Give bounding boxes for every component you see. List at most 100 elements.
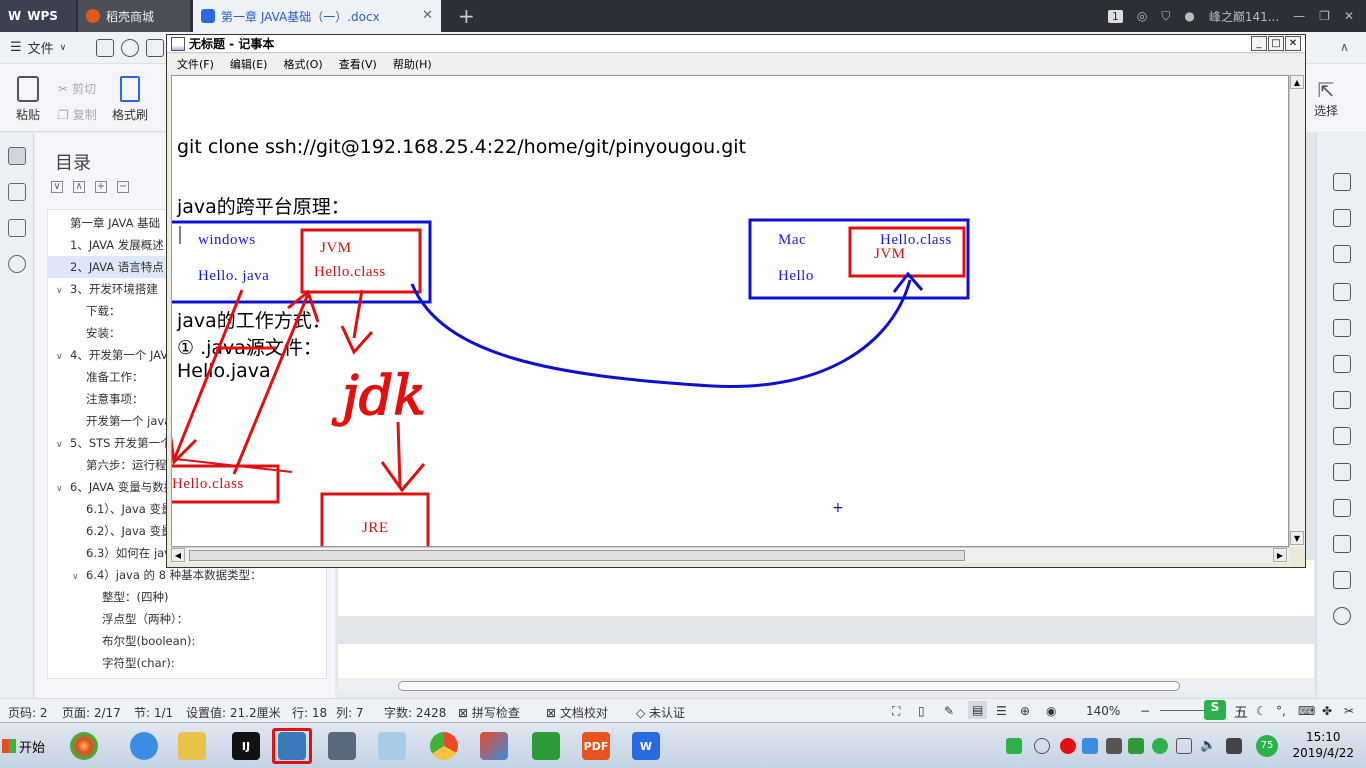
chevron-down-icon[interactable]: ∨ — [56, 280, 70, 300]
chevron-down-icon[interactable]: ∨ — [56, 346, 70, 366]
record-tray-icon[interactable] — [1060, 738, 1076, 754]
zoom-level[interactable]: 140% — [1086, 704, 1120, 718]
toc-item[interactable]: 字符型(char): — [48, 652, 326, 674]
vc-tray-icon[interactable] — [1128, 738, 1144, 754]
cloud-icon[interactable] — [1333, 499, 1351, 517]
avatar-icon[interactable]: ● — [1184, 9, 1194, 23]
usb-tray-icon[interactable] — [1176, 738, 1192, 754]
image-icon[interactable] — [1333, 319, 1351, 337]
skin-icon[interactable]: ◎ — [1137, 9, 1147, 23]
page-number[interactable]: 页码: 2 — [8, 704, 48, 721]
notepad-vertical-scrollbar[interactable]: ▲ ▼ — [1289, 75, 1305, 547]
taskbar-app-notepad[interactable] — [372, 728, 412, 764]
zoom-out-icon[interactable]: − — [1140, 704, 1150, 718]
setting-value[interactable]: 设置值: 21.2厘米 — [186, 704, 281, 721]
shirt-icon[interactable]: ⛉ — [1161, 9, 1170, 24]
taskbar-app-vm[interactable] — [272, 728, 312, 764]
taskbar-app-xmind[interactable] — [474, 728, 514, 764]
close-tab-icon[interactable]: ✕ — [422, 8, 433, 23]
taskbar-app-chrome[interactable] — [424, 728, 464, 764]
security-tray-icon[interactable] — [1152, 738, 1168, 754]
undo-icon[interactable] — [121, 39, 139, 57]
scroll-right-icon[interactable]: ▶ — [1273, 548, 1287, 562]
eye-protect-icon[interactable]: ◉ — [1046, 704, 1056, 718]
start-button[interactable]: 开始 — [2, 732, 52, 760]
scroll-left-icon[interactable]: ◀ — [171, 548, 185, 562]
translate-icon[interactable] — [1333, 427, 1351, 445]
menu-format[interactable]: 格式(O) — [283, 56, 322, 72]
tools-icon[interactable] — [1333, 571, 1351, 589]
web-view-icon[interactable]: ⊕ — [1020, 704, 1030, 718]
cut-button[interactable]: ✂ 剪切 — [58, 80, 96, 97]
share-icon[interactable] — [1333, 391, 1351, 409]
speed-ball-icon[interactable]: 75 — [1256, 735, 1278, 757]
volume-tray-icon[interactable]: 🔈 — [1200, 738, 1216, 754]
spell-check-button[interactable]: ⊠ 拼写检查 — [458, 704, 520, 721]
format-painter-button[interactable]: 格式刷 — [108, 76, 152, 123]
sogou-ime-icon[interactable]: S — [1204, 700, 1226, 720]
taskbar-app-colorful[interactable] — [64, 728, 104, 764]
print-icon[interactable] — [146, 39, 164, 57]
menu-view[interactable]: 查看(V) — [339, 56, 377, 72]
archive-icon[interactable] — [1333, 463, 1351, 481]
pen-icon[interactable]: ✎ — [944, 704, 954, 718]
file-menu-button[interactable]: ☰ 文件 ∨ — [10, 38, 66, 57]
notepad-title-bar[interactable]: 无标题 - 记事本 — [167, 35, 1305, 53]
book-view-icon[interactable]: ▯ — [918, 704, 925, 718]
notepad-maximize-button[interactable]: □ — [1268, 36, 1284, 51]
sogou-tray-icon[interactable] — [1006, 738, 1022, 754]
star-icon[interactable] — [1333, 355, 1351, 373]
daoke-mall-tab[interactable]: 稻壳商城 — [78, 0, 190, 32]
chevron-down-icon[interactable]: ∨ — [56, 478, 70, 498]
expand-up-icon[interactable]: ∧ — [73, 181, 85, 193]
notepad-scroll-thumb[interactable] — [189, 550, 965, 561]
ime-mode[interactable]: 五 — [1234, 702, 1248, 722]
taskbar-app-monitor[interactable] — [526, 728, 566, 764]
notepad-horizontal-scrollbar[interactable]: ◀ ▶ — [171, 547, 1289, 563]
taskbar-app-intellij[interactable]: IJ — [226, 728, 266, 764]
taskbar-app-explorer[interactable] — [172, 728, 212, 764]
cloud-tray-icon[interactable] — [1034, 738, 1050, 754]
notepad-text-area[interactable]: git clone ssh://git@192.168.25.4:22/home… — [171, 75, 1289, 547]
toc-panel-icon[interactable] — [8, 147, 26, 165]
document-scroll-thumb[interactable] — [398, 681, 1180, 691]
save-icon[interactable] — [96, 39, 114, 57]
moon-icon[interactable]: ☾ — [1256, 704, 1267, 718]
chevron-down-icon[interactable]: ∨ — [72, 566, 86, 586]
scroll-down-icon[interactable]: ▼ — [1290, 531, 1304, 545]
section-info[interactable]: 节: 1/1 — [134, 704, 173, 721]
tool-icon[interactable]: ✂ — [1344, 704, 1354, 718]
new-tab-button[interactable]: + — [452, 0, 480, 32]
wps-home-tab[interactable]: W WPS — [0, 0, 76, 32]
skin-tool-icon[interactable]: ✤ — [1322, 704, 1332, 718]
taskbar-app-wps[interactable]: W — [626, 728, 666, 764]
notepad-close-button[interactable]: ✕ — [1285, 36, 1301, 51]
page-view-icon[interactable]: ▤ — [968, 701, 988, 719]
document-tab[interactable]: 第一章 JAVA基础（一）.docx ✕ — [193, 0, 441, 32]
copy-button[interactable]: ❐ 复制 — [58, 106, 97, 123]
menu-file[interactable]: 文件(F) — [177, 56, 214, 72]
shape-icon[interactable] — [1333, 245, 1351, 263]
zoom-slider[interactable] — [1160, 710, 1206, 711]
select-button[interactable]: ⇱ 选择 — [1306, 78, 1346, 119]
toc-item[interactable]: 布尔型(boolean): — [48, 630, 326, 652]
paste-button[interactable]: 粘贴 — [10, 76, 46, 123]
toc-item[interactable]: 整型：(四种) — [48, 586, 326, 608]
teamviewer-tray-icon[interactable] — [1082, 738, 1098, 754]
taskbar-app-terminal[interactable] — [322, 728, 362, 764]
taskbar-app-pdf[interactable]: PDF — [576, 728, 616, 764]
document-page[interactable] — [338, 560, 1314, 616]
user-name[interactable]: 峰之巅141... — [1209, 8, 1279, 25]
outline-view-icon[interactable]: ☰ — [996, 704, 1007, 718]
fullscreen-icon[interactable]: ⛶ — [892, 704, 900, 719]
layout-icon[interactable] — [1333, 283, 1351, 301]
taskbar-app-dolphin[interactable] — [124, 728, 164, 764]
restore-icon[interactable]: ❐ — [1319, 9, 1330, 23]
pointer-icon[interactable] — [1333, 209, 1351, 227]
word-count[interactable]: 字数: 2428 — [384, 704, 446, 721]
help-icon[interactable] — [1333, 607, 1351, 625]
collapse-all-icon[interactable]: ∨ — [51, 181, 63, 193]
notepad-minimize-button[interactable]: _ — [1251, 36, 1267, 51]
minimize-icon[interactable]: — — [1293, 9, 1305, 23]
network-tray-icon[interactable] — [1226, 738, 1242, 754]
